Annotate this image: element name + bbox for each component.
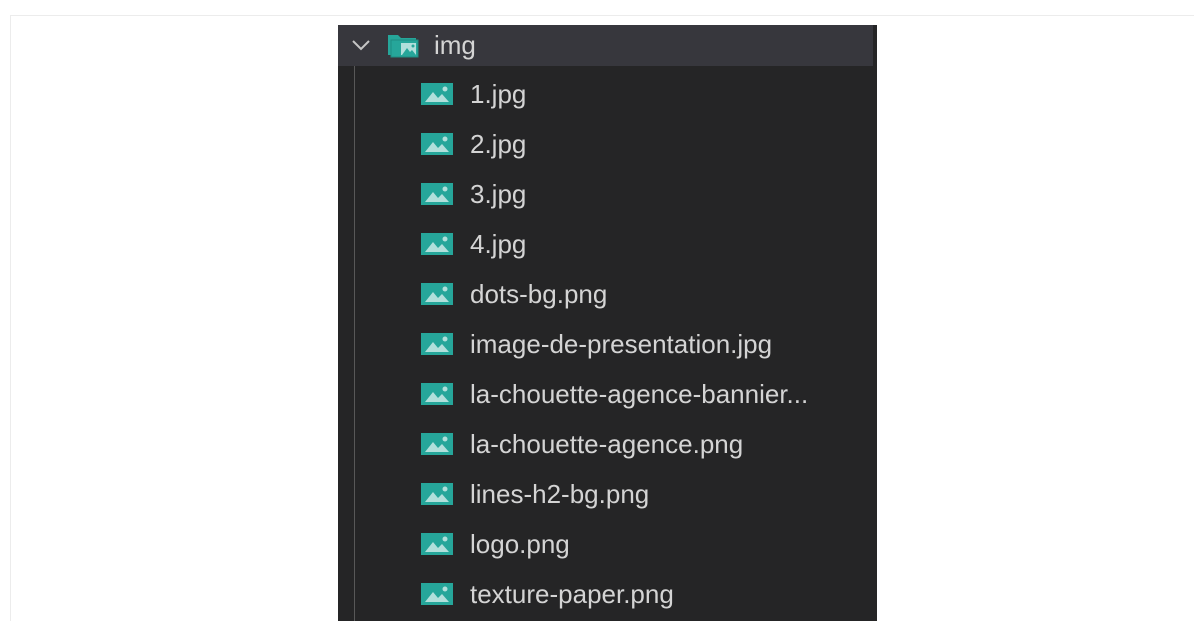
file-item[interactable]: dots-bg.png bbox=[338, 271, 877, 321]
image-file-icon bbox=[421, 533, 453, 555]
file-item[interactable]: 2.jpg bbox=[338, 121, 877, 171]
image-file-icon bbox=[421, 483, 453, 505]
file-name: dots-bg.png bbox=[470, 279, 608, 309]
file-name: la-chouette-agence-bannier... bbox=[470, 379, 809, 409]
file-explorer: img 1.jpg 2.jpg 3.jpg 4.jpg dots-bg.png … bbox=[338, 25, 877, 621]
file-item[interactable]: 3.jpg bbox=[338, 171, 877, 221]
file-name: logo.png bbox=[470, 529, 570, 559]
file-item[interactable]: la-chouette-agence-bannier... bbox=[338, 371, 877, 421]
file-name: texture-paper.png bbox=[470, 579, 674, 609]
image-file-icon bbox=[421, 333, 453, 355]
folder-name: img bbox=[434, 30, 476, 60]
screenshot-frame-top bbox=[10, 15, 1194, 16]
image-file-icon bbox=[421, 83, 453, 105]
file-item[interactable]: 4.jpg bbox=[338, 221, 877, 271]
image-file-icon bbox=[421, 233, 453, 255]
file-item[interactable]: texture-paper.png bbox=[338, 571, 877, 621]
image-folder-icon bbox=[388, 35, 419, 58]
file-item[interactable]: logo.png bbox=[338, 521, 877, 571]
chevron-down-icon[interactable] bbox=[350, 36, 372, 54]
file-item[interactable]: 1.jpg bbox=[338, 71, 877, 121]
file-list: 1.jpg 2.jpg 3.jpg 4.jpg dots-bg.png imag… bbox=[338, 71, 877, 621]
file-name: 1.jpg bbox=[470, 79, 527, 109]
file-item[interactable]: la-chouette-agence.png bbox=[338, 421, 877, 471]
file-item[interactable]: image-de-presentation.jpg bbox=[338, 321, 877, 371]
image-file-icon bbox=[421, 433, 453, 455]
file-name: 2.jpg bbox=[470, 129, 527, 159]
file-name: 3.jpg bbox=[470, 179, 527, 209]
file-name: 4.jpg bbox=[470, 229, 527, 259]
screenshot-frame-left bbox=[10, 15, 11, 621]
image-file-icon bbox=[421, 583, 453, 605]
file-item[interactable]: lines-h2-bg.png bbox=[338, 471, 877, 521]
file-name: lines-h2-bg.png bbox=[470, 479, 650, 509]
file-name: la-chouette-agence.png bbox=[470, 429, 744, 459]
file-name: image-de-presentation.jpg bbox=[470, 329, 773, 359]
image-file-icon bbox=[421, 133, 453, 155]
image-file-icon bbox=[421, 183, 453, 205]
folder-row-img[interactable]: img bbox=[338, 25, 873, 66]
image-file-icon bbox=[421, 283, 453, 305]
image-file-icon bbox=[421, 383, 453, 405]
